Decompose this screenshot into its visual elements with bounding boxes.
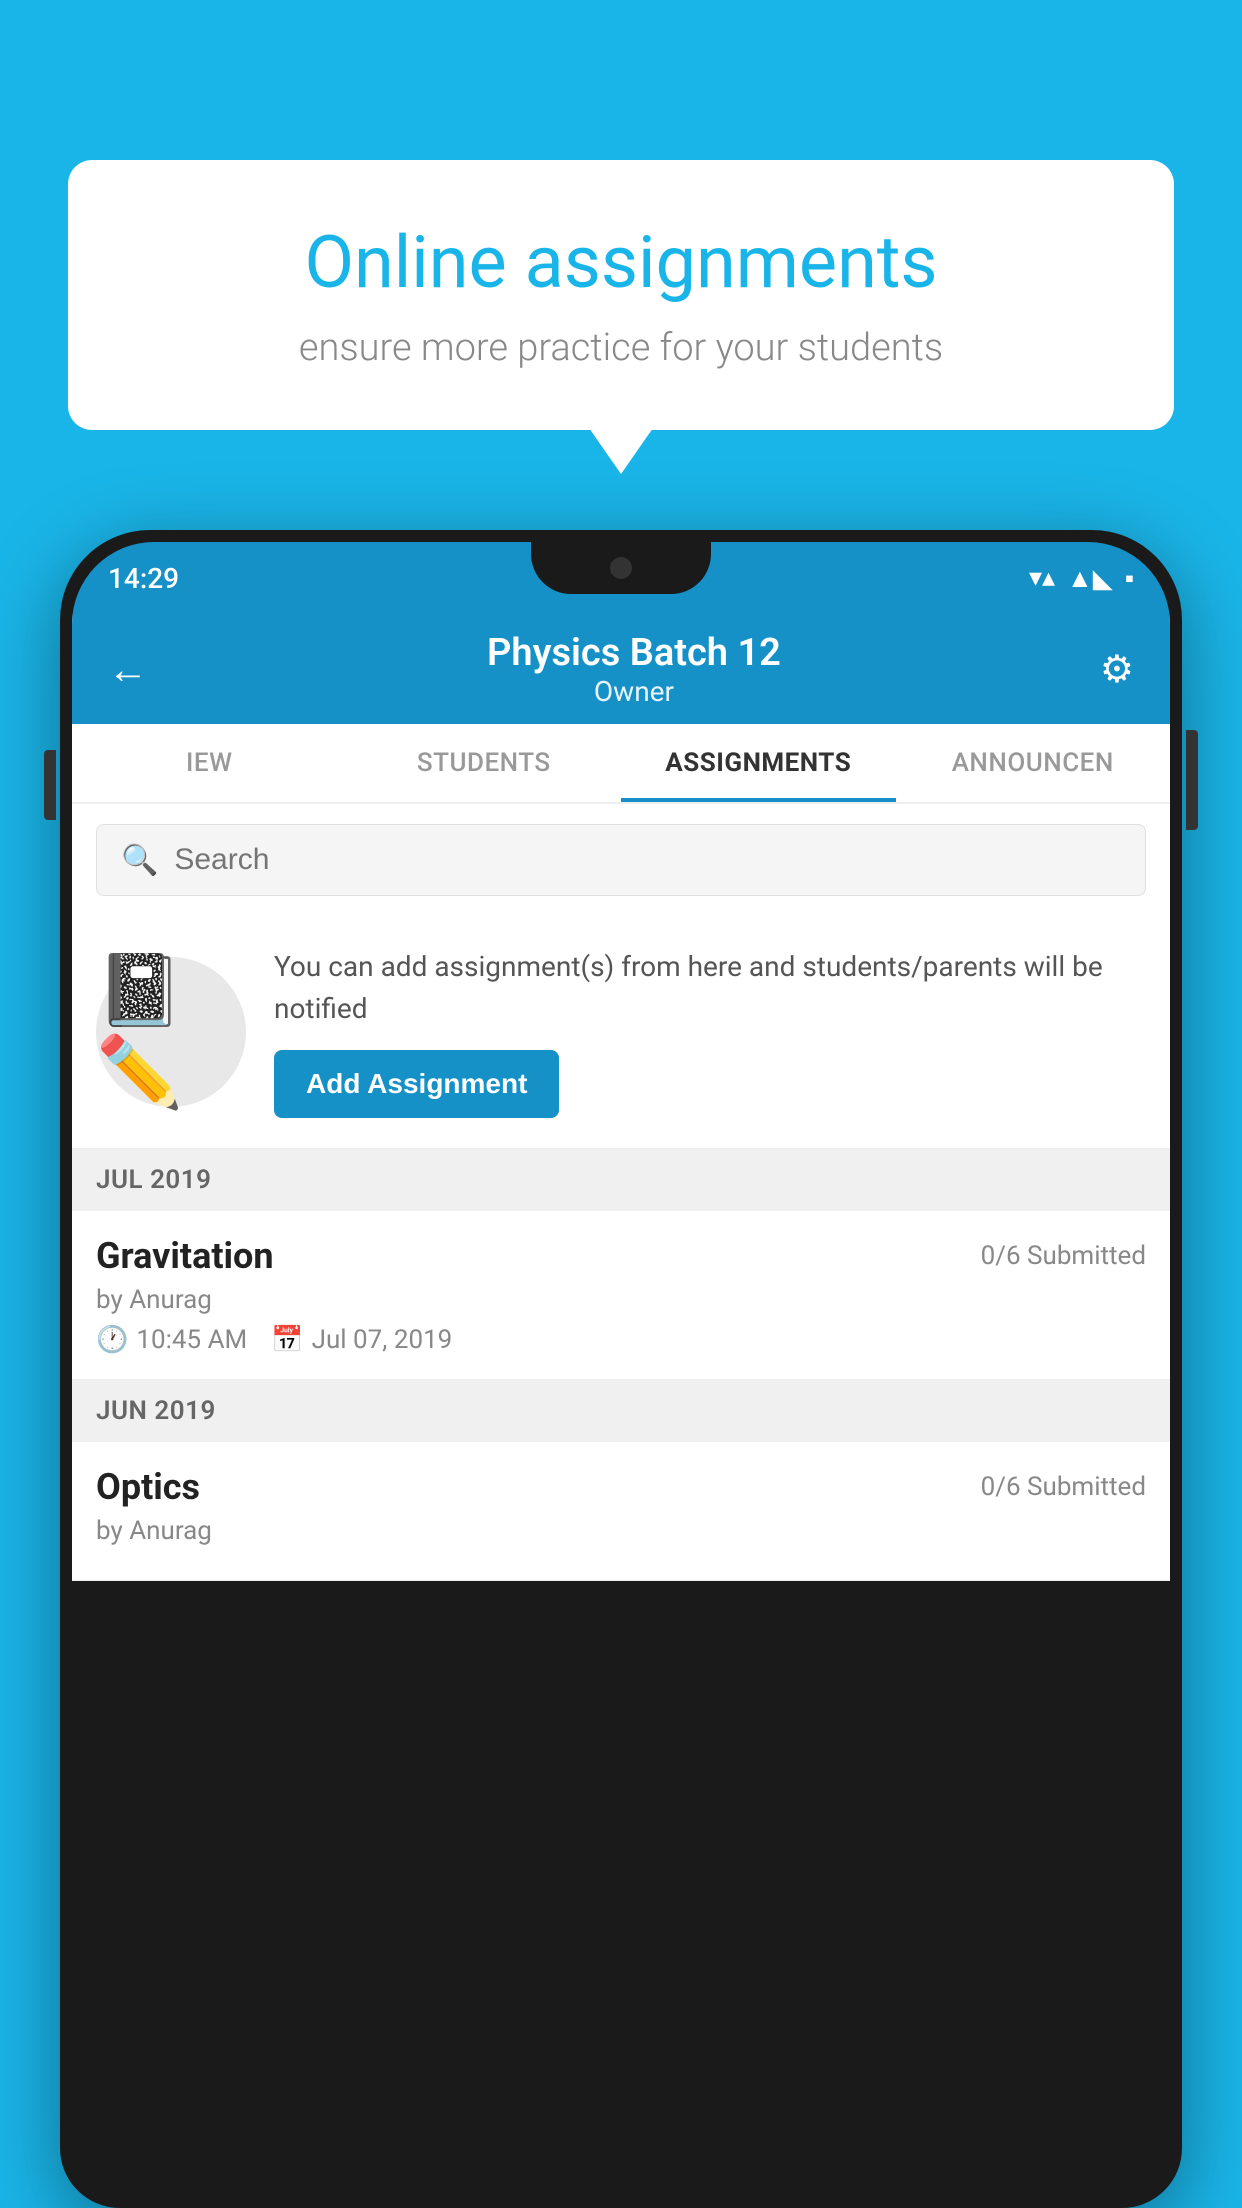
app-header: ← Physics Batch 12 Owner ⚙ <box>72 614 1170 724</box>
clock-icon: 🕐 <box>96 1325 128 1355</box>
assignment-submitted-optics: 0/6 Submitted <box>981 1472 1146 1502</box>
phone-side-btn-left <box>44 750 56 820</box>
assignment-icon: 📓✏️ <box>96 950 246 1114</box>
tab-iew[interactable]: IEW <box>72 724 347 802</box>
assignment-submitted-gravitation: 0/6 Submitted <box>981 1241 1146 1271</box>
time-entry: 🕐 10:45 AM <box>96 1325 247 1355</box>
phone-frame: 14:29 ▾▴ ▲◣ ▪ ← Physics Batch 12 Owner ⚙ <box>60 530 1182 2208</box>
assignment-row1: Gravitation 0/6 Submitted <box>96 1235 1146 1277</box>
tab-students[interactable]: STUDENTS <box>347 724 622 802</box>
assignment-datetime-gravitation: 🕐 10:45 AM 📅 Jul 07, 2019 <box>96 1325 1146 1355</box>
add-assignment-button[interactable]: Add Assignment <box>274 1050 559 1118</box>
assignment-row1-optics: Optics 0/6 Submitted <box>96 1466 1146 1508</box>
assignment-item-optics[interactable]: Optics 0/6 Submitted by Anurag <box>72 1442 1170 1581</box>
assignment-by-gravitation: by Anurag <box>96 1285 1146 1315</box>
battery-icon: ▪ <box>1125 563 1134 594</box>
back-button[interactable]: ← <box>108 646 148 693</box>
assignment-by-optics: by Anurag <box>96 1516 1146 1546</box>
bubble-title: Online assignments <box>148 220 1094 306</box>
settings-button[interactable]: ⚙ <box>1100 647 1134 692</box>
phone-side-btn-right <box>1186 730 1198 830</box>
speech-bubble: Online assignments ensure more practice … <box>68 160 1174 430</box>
wifi-icon: ▾▴ <box>1029 563 1055 593</box>
assignment-name-optics: Optics <box>96 1466 200 1508</box>
status-icons: ▾▴ ▲◣ ▪ <box>1029 563 1134 594</box>
app-screen: ← Physics Batch 12 Owner ⚙ IEW STUDENTS … <box>72 614 1170 1581</box>
notch <box>531 542 711 594</box>
tabs: IEW STUDENTS ASSIGNMENTS ANNOUNCEN <box>72 724 1170 804</box>
header-center: Physics Batch 12 Owner <box>168 631 1100 708</box>
calendar-icon: 📅 <box>271 1325 303 1355</box>
search-input[interactable] <box>174 843 1121 877</box>
assignment-icon-circle: 📓✏️ <box>96 957 246 1107</box>
assignment-time: 10:45 AM <box>136 1325 247 1355</box>
notch-camera <box>610 557 632 579</box>
assignment-item-gravitation[interactable]: Gravitation 0/6 Submitted by Anurag 🕐 10… <box>72 1211 1170 1380</box>
tab-announcements[interactable]: ANNOUNCEN <box>896 724 1171 802</box>
speech-bubble-container: Online assignments ensure more practice … <box>68 160 1174 430</box>
search-icon: 🔍 <box>121 843 158 878</box>
status-bar: 14:29 ▾▴ ▲◣ ▪ <box>72 542 1170 614</box>
assignment-info: You can add assignment(s) from here and … <box>274 946 1146 1118</box>
section-header-jun: JUN 2019 <box>72 1380 1170 1442</box>
search-container: 🔍 <box>72 804 1170 916</box>
add-assignment-banner: 📓✏️ You can add assignment(s) from here … <box>72 916 1170 1149</box>
assignment-date: Jul 07, 2019 <box>312 1325 453 1355</box>
header-title: Physics Batch 12 <box>168 631 1100 675</box>
section-header-jul: JUL 2019 <box>72 1149 1170 1211</box>
status-time: 14:29 <box>108 562 179 595</box>
date-entry: 📅 Jul 07, 2019 <box>271 1325 452 1355</box>
assignment-description: You can add assignment(s) from here and … <box>274 946 1146 1030</box>
tab-assignments[interactable]: ASSIGNMENTS <box>621 724 896 802</box>
header-subtitle: Owner <box>168 675 1100 708</box>
bubble-subtitle: ensure more practice for your students <box>148 326 1094 370</box>
search-bar[interactable]: 🔍 <box>96 824 1146 896</box>
phone-inner: 14:29 ▾▴ ▲◣ ▪ ← Physics Batch 12 Owner ⚙ <box>72 542 1170 2196</box>
assignment-name-gravitation: Gravitation <box>96 1235 274 1277</box>
signal-icon: ▲◣ <box>1067 563 1113 594</box>
